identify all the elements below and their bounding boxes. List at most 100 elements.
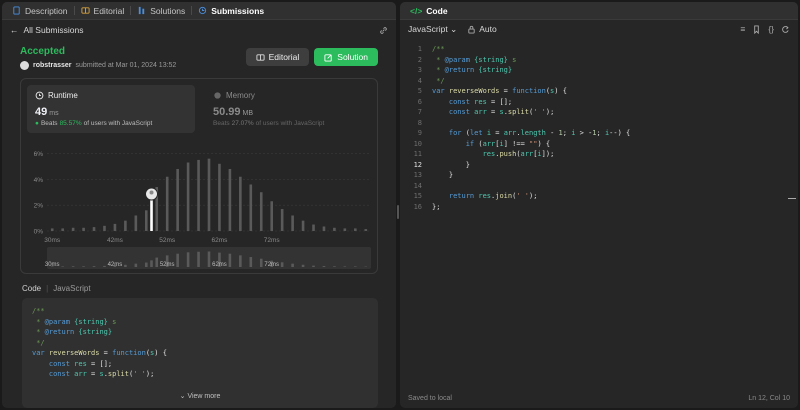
reset-icon[interactable]: [781, 25, 790, 34]
tab-submissions[interactable]: Submissions: [192, 2, 270, 20]
x-tick-label: 72ms: [264, 237, 281, 244]
overview-bar: [354, 266, 357, 267]
overview-bar: [259, 258, 263, 267]
overview-bar: [150, 260, 153, 267]
overview-bar: [82, 266, 85, 267]
submissions-panel: Description Editorial Solutions Submissi…: [2, 2, 396, 408]
memory-beats-suffix: of users with JavaScript: [255, 120, 325, 127]
overview-bar: [291, 263, 294, 267]
code-editor[interactable]: 1 2 3 4 5 6 7 8 9 10 11 12 13 14 15 16 /** * @param {st…: [400, 42, 798, 388]
memory-beats: Beats 27.07% of users with JavaScript: [213, 120, 365, 127]
code-line[interactable]: return res.join(' ');: [432, 191, 630, 202]
editorial-button[interactable]: Editorial: [245, 48, 310, 66]
bar: [343, 228, 347, 231]
description-icon: [13, 6, 20, 15]
x-tick-label: 30ms: [44, 237, 61, 244]
overview-bar: [312, 265, 315, 267]
bar: [82, 227, 85, 231]
bar: [144, 210, 148, 231]
code-line[interactable]: if (arr[i] !== "") {: [432, 139, 630, 150]
code-line[interactable]: /**: [432, 44, 630, 55]
memory-metric[interactable]: Memory 50.99 MB Beats 27.07% of users wit…: [205, 85, 373, 133]
language-select-value: JavaScript: [408, 23, 448, 34]
code-line[interactable]: }: [432, 170, 630, 181]
chevron-down-icon: ⌄: [450, 23, 458, 34]
code-preview-line: * @return {string}: [32, 328, 113, 336]
submitter-username[interactable]: robstrasser: [33, 62, 72, 69]
runtime-metric[interactable]: Runtime 49 ms ● Beats 85.57% of users wit…: [27, 85, 195, 133]
language-select[interactable]: JavaScript ⌄: [408, 24, 457, 35]
bar: [92, 227, 96, 231]
line-number: 5: [417, 87, 422, 95]
tab-description-label: Description: [25, 5, 68, 16]
scrollbar-marker: [788, 198, 796, 199]
code-line[interactable]: * @param {string} s: [432, 55, 630, 66]
bar: [124, 220, 127, 231]
bar: [322, 226, 326, 231]
view-more-button[interactable]: ⌄ View more: [22, 392, 378, 403]
code-line[interactable]: };: [432, 202, 630, 213]
solution-button-label: Solution: [337, 52, 368, 62]
bar: [333, 227, 336, 231]
editor-toolbar-right: ≡ {}: [740, 24, 790, 34]
overview-bar: [301, 264, 305, 267]
overview-bar: [333, 266, 336, 267]
format-icon[interactable]: ≡: [740, 24, 745, 34]
bookmark-icon[interactable]: [752, 24, 761, 34]
line-number: 11: [413, 150, 422, 158]
code-line[interactable]: */: [432, 76, 630, 87]
line-number: 2: [417, 55, 422, 64]
code-line[interactable]: [432, 118, 630, 129]
bar: [50, 228, 54, 231]
code-line[interactable]: * @return {string}: [432, 65, 630, 76]
auto-mode-toggle[interactable]: Auto: [467, 24, 497, 34]
memory-value: 50.99: [213, 106, 241, 118]
editor-toolbar-left: JavaScript ⌄ Auto: [408, 24, 497, 35]
code-preview-lines: /** * @param {string} s * @return {strin…: [32, 306, 368, 380]
editorial-button-label: Editorial: [268, 52, 300, 62]
code-lines[interactable]: /** * @param {string} s * @return {strin…: [432, 44, 630, 212]
tab-code[interactable]: </> Code: [404, 2, 454, 20]
tab-description[interactable]: Description: [6, 2, 74, 20]
overview-bar: [144, 262, 148, 267]
tab-solutions[interactable]: Solutions: [131, 2, 191, 20]
runtime-distribution-chart[interactable]: 0% 2% 4% 6% 30ms 42ms 52ms 62ms 72ms 30ms 42ms 52ms…: [21, 139, 377, 273]
memory-chip-icon: [214, 92, 221, 99]
tab-submissions-label: Submissions: [211, 5, 265, 16]
bar: [113, 223, 117, 231]
code-line[interactable]: const arr = s.split(' ');: [432, 107, 630, 118]
submitted-time: submitted at Mar 01, 2024 13:52: [75, 62, 177, 69]
line-number: 10: [413, 139, 422, 148]
line-number: 14: [413, 181, 422, 190]
bar: [176, 168, 179, 231]
code-line[interactable]: [432, 181, 630, 192]
user-marker-head: [149, 190, 154, 195]
solution-button[interactable]: Solution: [314, 48, 378, 66]
bar: [71, 227, 75, 231]
y-tick-label: 2%: [34, 203, 44, 210]
overview-bar: [176, 253, 179, 267]
line-number: 7: [417, 108, 422, 116]
share-link-icon[interactable]: [379, 26, 388, 35]
app-root: Description Editorial Solutions Submissi…: [0, 0, 800, 410]
code-line[interactable]: var reverseWords = function(s) {: [432, 86, 630, 97]
code-section-label: Code | JavaScript: [22, 284, 91, 293]
submitter-line: robstrasser submitted at Mar 01, 2024 13…: [20, 61, 176, 70]
overview-bar: [186, 252, 190, 267]
all-submissions-link[interactable]: ← All Submissions: [10, 25, 84, 35]
overview-bar: [92, 266, 96, 267]
code-line[interactable]: }: [432, 160, 630, 171]
braces-icon[interactable]: {}: [768, 24, 774, 34]
bar: [186, 162, 190, 231]
code-line[interactable]: const res = [];: [432, 97, 630, 108]
code-preview-line: * @param {string} s: [32, 317, 117, 326]
code-line[interactable]: for (let i = arr.length - 1; i > -1; i--…: [432, 128, 630, 139]
all-submissions-label: All Submissions: [23, 25, 84, 35]
tab-editorial[interactable]: Editorial: [75, 2, 131, 20]
bar: [270, 201, 274, 231]
code-line[interactable]: res.push(arr[i]);: [432, 149, 630, 160]
result-actions: Editorial Solution: [245, 48, 378, 66]
line-number: 12: [413, 160, 422, 169]
runtime-beats: ● Beats 85.57% of users with JavaScript: [35, 120, 187, 127]
editor-status-bar: Saved to local Ln 12, Col 10: [400, 388, 798, 408]
